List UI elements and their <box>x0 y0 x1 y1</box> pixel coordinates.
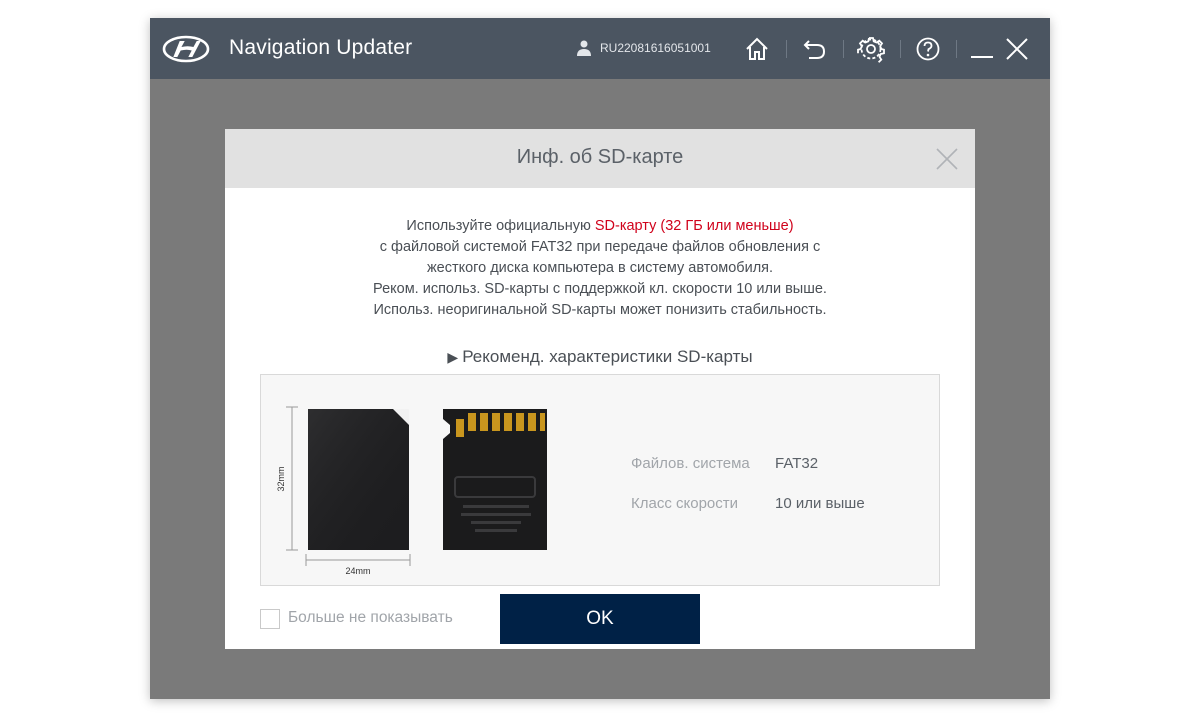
triangle-right-icon: ▶ <box>447 349 459 365</box>
titlebar: Navigation Updater RU22081616051001 <box>150 18 1050 79</box>
spec-heading: ▶ Рекоменд. характеристики SD-карты <box>225 347 975 367</box>
dont-show-label[interactable]: Больше не показывать <box>288 609 453 627</box>
info-highlight: SD-карту (32 ГБ или меньше) <box>594 218 794 234</box>
spec-box: 32mm 24mm Файлов. система FAT32 Класс ск… <box>260 374 940 586</box>
toolbar-divider <box>786 40 787 58</box>
ok-button[interactable]: OK <box>500 594 700 644</box>
close-icon[interactable] <box>1003 35 1031 63</box>
info-message: Используйте официальную SD-карту (32 ГБ … <box>225 216 975 321</box>
spec-heading-text: Рекоменд. характеристики SD-карты <box>462 347 753 366</box>
dialog-close-icon[interactable] <box>935 147 959 171</box>
card-height-label: 32mm <box>276 466 286 491</box>
card-width-label: 24mm <box>345 566 370 576</box>
filesystem-value: FAT32 <box>775 455 819 472</box>
toolbar-divider <box>843 40 844 58</box>
hyundai-logo-icon <box>162 35 210 63</box>
dont-show-checkbox[interactable] <box>260 609 280 629</box>
home-icon[interactable] <box>743 35 771 63</box>
user-icon <box>577 40 591 56</box>
info-line: Реком. использ. SD-карты с поддержкой кл… <box>373 281 827 297</box>
dialog-title: Инф. об SD-карте <box>516 146 684 168</box>
toolbar-divider <box>900 40 901 58</box>
sd-card-image: 32mm 24mm <box>276 406 547 576</box>
dialog-header: Инф. об SD-карте <box>225 129 975 188</box>
sd-card-info-dialog: Инф. об SD-карте Используйте официальную… <box>225 129 975 649</box>
speed-class-label: Класс скорости <box>631 495 739 512</box>
toolbar-divider <box>956 40 957 58</box>
app-title: Navigation Updater <box>229 36 413 59</box>
info-line: с файловой системой FAT32 при передаче ф… <box>379 239 821 255</box>
info-line-text: Используйте официальную <box>406 218 595 234</box>
speed-class-value: 10 или выше <box>775 495 865 512</box>
back-icon[interactable] <box>801 35 829 63</box>
user-id: RU22081616051001 <box>600 41 711 55</box>
filesystem-label: Файлов. система <box>631 455 750 472</box>
info-line: жесткого диска компьютера в систему авто… <box>426 260 774 276</box>
help-icon[interactable] <box>914 35 942 63</box>
info-line: Использ. неоригинальной SD-карты может п… <box>373 302 827 318</box>
settings-icon[interactable] <box>857 35 885 63</box>
info-line: Используйте официальную SD-карту (32 ГБ … <box>225 216 975 237</box>
minimize-icon[interactable] <box>968 35 996 63</box>
